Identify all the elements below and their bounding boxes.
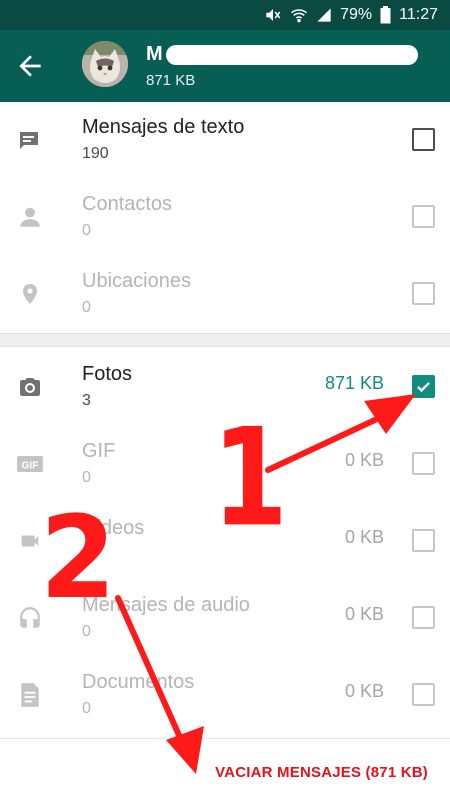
checkbox[interactable]: [412, 683, 435, 706]
checkbox[interactable]: [412, 128, 435, 151]
item-size: 0 KB: [344, 681, 384, 701]
list-item-videos[interactable]: Vídeos 0 0 KB: [0, 503, 450, 580]
mute-icon: [264, 6, 282, 24]
item-label: GIF: [82, 440, 116, 462]
location-pin-icon: [16, 280, 44, 308]
item-count: 3: [82, 392, 91, 409]
checkbox[interactable]: [412, 205, 435, 228]
checkbox[interactable]: [412, 282, 435, 305]
item-size: 0 KB: [344, 604, 384, 624]
item-count: 0: [82, 700, 91, 717]
item-count: 190: [82, 145, 109, 162]
item-size: 0 KB: [344, 450, 384, 470]
checkbox[interactable]: [412, 452, 435, 475]
section-divider: [0, 333, 450, 347]
item-label: Mensajes de texto: [82, 116, 245, 138]
item-size: 871 KB: [324, 373, 384, 393]
battery-icon: [380, 6, 391, 24]
item-count: 0: [82, 222, 91, 239]
item-label: Mensajes de audio: [82, 594, 250, 616]
back-arrow-icon[interactable]: [14, 50, 46, 82]
person-icon: [16, 203, 44, 231]
clear-messages-button[interactable]: VACIAR MENSAJES (871 KB): [0, 739, 450, 800]
list-item-text-messages[interactable]: Mensajes de texto 190: [0, 102, 450, 179]
document-icon: [16, 681, 44, 709]
item-count: 0: [82, 299, 91, 316]
list-item-documents[interactable]: Documentos 0 0 KB: [0, 657, 450, 734]
toolbar: M 871 KB: [0, 30, 450, 102]
list-item-gif[interactable]: GIF GIF 0 0 KB: [0, 426, 450, 503]
item-count: 0: [82, 546, 91, 563]
checkbox-checked[interactable]: [412, 375, 435, 398]
wifi-icon: [290, 6, 308, 24]
message-icon: [16, 126, 44, 154]
chat-title: M: [146, 43, 163, 65]
item-label: Ubicaciones: [82, 270, 191, 292]
item-label: Contactos: [82, 193, 173, 215]
item-size: 0 KB: [344, 527, 384, 547]
chat-size: 871 KB: [146, 72, 196, 89]
battery-percent: 79%: [340, 6, 373, 23]
gif-icon: GIF: [16, 450, 44, 478]
list-item-photos[interactable]: Fotos 3 871 KB: [0, 349, 450, 426]
item-count: 0: [82, 469, 91, 486]
clear-messages-label: VACIAR MENSAJES (871 KB): [215, 764, 428, 781]
item-label: Vídeos: [82, 517, 145, 539]
clock: 11:27: [399, 6, 438, 23]
checkbox[interactable]: [412, 606, 435, 629]
item-count: 0: [82, 623, 91, 640]
svg-text:GIF: GIF: [22, 461, 39, 472]
list-item-locations[interactable]: Ubicaciones 0: [0, 256, 450, 333]
redaction-bar: [166, 45, 418, 65]
checkbox[interactable]: [412, 529, 435, 552]
signal-icon: [316, 7, 332, 23]
list-item-contacts[interactable]: Contactos 0: [0, 179, 450, 256]
item-label: Documentos: [82, 671, 195, 693]
camera-icon: [16, 373, 44, 401]
item-label: Fotos: [82, 363, 133, 385]
status-bar: 79% 11:27: [0, 0, 450, 30]
list-item-audio-messages[interactable]: Mensajes de audio 0 0 KB: [0, 580, 450, 657]
headphones-icon: [16, 604, 44, 632]
video-camera-icon: [16, 527, 44, 555]
avatar[interactable]: [82, 41, 128, 87]
